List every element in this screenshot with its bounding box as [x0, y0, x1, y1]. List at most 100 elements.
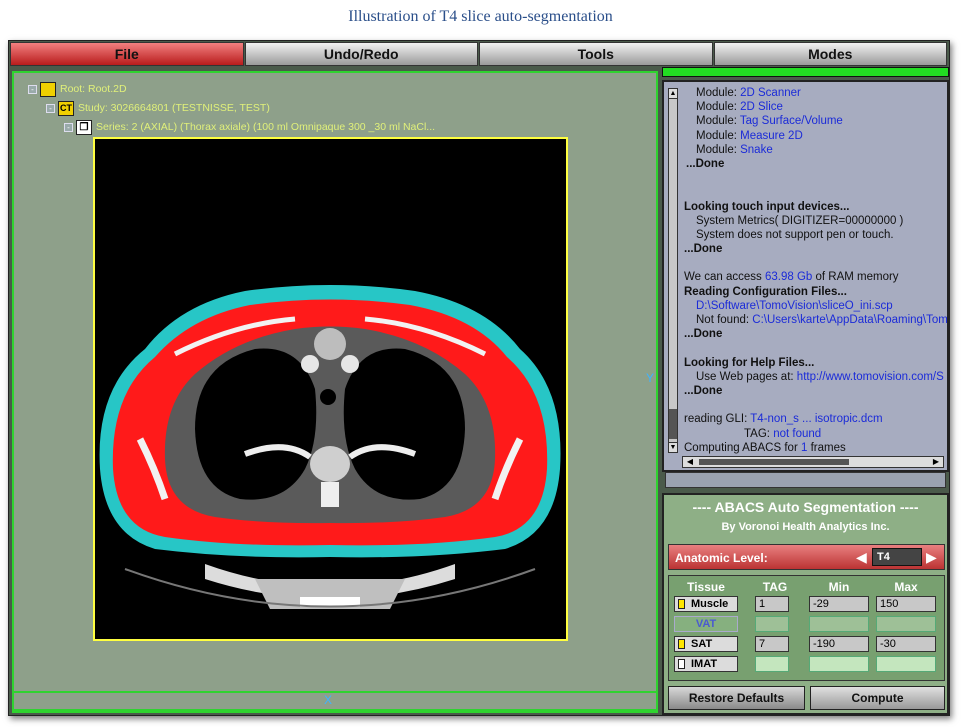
tissue-label: Muscle: [691, 598, 729, 610]
scroll-down-icon[interactable]: ▼: [669, 442, 677, 452]
log-text: Module:: [696, 87, 741, 99]
tissue-table: Tissue TAG Min Max Muscle 1 -29 150 VAT …: [668, 575, 945, 681]
expand-icon[interactable]: -: [64, 122, 73, 132]
console-log-text: Module: 2D Scanner Module: 2D Slice Modu…: [684, 86, 948, 455]
tissue-label: SAT: [691, 638, 713, 650]
tissue-button-imat[interactable]: IMAT: [674, 656, 738, 672]
expand-icon[interactable]: -: [46, 103, 55, 113]
series-icon: ❐: [76, 119, 92, 135]
log-done: ...Done: [684, 384, 723, 397]
log-heading: Looking for Help Files...: [684, 356, 815, 369]
x-axis-bar[interactable]: X: [12, 691, 658, 711]
header-tissue: Tissue: [687, 580, 725, 594]
log-path: C:\Users\karte\AppData\Roaming\Tom: [752, 314, 948, 326]
log-text: Module:: [696, 101, 741, 114]
min-field[interactable]: [809, 656, 869, 672]
min-field[interactable]: [809, 616, 869, 632]
tag-field[interactable]: 7: [755, 636, 789, 652]
header-max: Max: [894, 580, 918, 594]
figure-caption: Illustration of T4 slice auto-segmentati…: [348, 8, 613, 25]
max-field[interactable]: [876, 616, 936, 632]
ct-slice-image[interactable]: [93, 137, 568, 641]
abacs-panel: ---- ABACS Auto Segmentation ---- By Vor…: [662, 493, 949, 715]
log-module: Measure 2D: [740, 129, 803, 142]
compute-button[interactable]: Compute: [810, 686, 945, 710]
console-log-panel: ▲ ▼ Module: 2D Scanner Module: 2D Slice …: [662, 80, 949, 472]
menu-tools[interactable]: Tools: [479, 42, 713, 66]
log-ram-value: 63.98 Gb: [764, 271, 813, 284]
log-module: 2D Slice: [740, 101, 783, 114]
tissue-toggle-icon[interactable]: [678, 599, 685, 609]
log-text: Module:: [696, 143, 741, 156]
image-viewer[interactable]: - Root: Root.2D - CT Study: 3026664801 (…: [12, 71, 658, 713]
previous-level-icon[interactable]: ◀: [856, 549, 867, 566]
scroll-thumb[interactable]: [669, 409, 677, 439]
menu-modes[interactable]: Modes: [713, 42, 947, 66]
header-min: Min: [828, 580, 850, 594]
tissue-label: IMAT: [691, 658, 718, 670]
folder-icon: [40, 81, 56, 97]
tag-field[interactable]: [755, 656, 789, 672]
log-text: We can access: [684, 271, 765, 284]
expand-icon[interactable]: -: [28, 84, 37, 94]
min-field[interactable]: -29: [809, 596, 869, 612]
log-text: System does not support pen or touch.: [696, 228, 894, 241]
vessel: [314, 328, 346, 360]
min-field[interactable]: -190: [809, 636, 869, 652]
max-field[interactable]: [876, 656, 936, 672]
menubar: File Undo/Redo Tools Modes: [10, 42, 948, 66]
log-done: ...Done: [686, 157, 725, 170]
log-text: Not found:: [696, 314, 753, 326]
tree-root[interactable]: - Root: Root.2D: [28, 81, 127, 97]
tissue-toggle-icon[interactable]: [678, 659, 685, 669]
scroll-left-icon[interactable]: ◀: [683, 457, 697, 467]
log-module: 2D Scanner: [740, 87, 801, 99]
log-module: Snake: [740, 143, 773, 156]
max-field[interactable]: -30: [876, 636, 936, 652]
spinous-process: [321, 482, 339, 507]
log-file: T4-non_s ... isotropic.dcm: [750, 413, 883, 426]
tree-series[interactable]: - ❐ Series: 2 (AXIAL) (Thorax axiale) (1…: [64, 119, 435, 135]
log-done: ...Done: [684, 328, 723, 341]
anatomic-level-value[interactable]: T4: [872, 548, 922, 566]
scroll-thumb[interactable]: [699, 459, 849, 465]
tissue-button-muscle[interactable]: Muscle: [674, 596, 738, 612]
console-horizontal-scrollbar[interactable]: ◀ ▶: [682, 456, 944, 468]
max-field[interactable]: 150: [876, 596, 936, 612]
trachea: [320, 389, 336, 405]
status-bar: [665, 472, 946, 488]
ct-icon: CT: [58, 100, 74, 116]
menu-undo-redo[interactable]: Undo/Redo: [244, 42, 478, 66]
anatomic-level-selector: Anatomic Level: ◀ T4 ▶: [668, 544, 945, 570]
tissue-button-vat[interactable]: VAT: [674, 616, 738, 632]
restore-defaults-button[interactable]: Restore Defaults: [668, 686, 805, 710]
log-heading: Looking touch input devices...: [684, 200, 850, 213]
ct-segmentation-graphic: [99, 285, 561, 609]
menu-file[interactable]: File: [10, 42, 244, 66]
scroll-up-icon[interactable]: ▲: [669, 89, 677, 99]
scroll-right-icon[interactable]: ▶: [929, 457, 943, 467]
log-link[interactable]: http://www.tomovision.com/S: [797, 371, 944, 383]
tag-field[interactable]: 1: [755, 596, 789, 612]
log-text: System Metrics( DIGITIZER=00000000 ): [696, 214, 904, 227]
y-axis-label: Y: [645, 371, 654, 385]
tissue-button-sat[interactable]: SAT: [674, 636, 738, 652]
next-level-icon[interactable]: ▶: [926, 549, 937, 566]
log-text: Module:: [696, 115, 740, 128]
anatomic-level-label: Anatomic Level:: [675, 551, 768, 565]
log-text: Module:: [696, 129, 741, 142]
log-text: frames: [807, 441, 846, 454]
x-axis-label: X: [324, 693, 333, 707]
log-text: Computing ABACS for: [684, 441, 801, 454]
tag-field[interactable]: [755, 616, 789, 632]
abacs-subtitle: By Voronoi Health Analytics Inc.: [721, 521, 890, 533]
console-vertical-scrollbar[interactable]: ▲ ▼: [668, 88, 678, 453]
header-tag: TAG: [762, 580, 788, 594]
log-text: of RAM memory: [812, 271, 899, 284]
tissue-toggle-icon[interactable]: [678, 639, 685, 649]
log-done: ...Done: [684, 243, 723, 256]
log-text: Use Web pages at:: [696, 370, 797, 383]
vessel: [301, 355, 319, 373]
abacs-title: ---- ABACS Auto Segmentation ----: [692, 499, 919, 515]
tree-study[interactable]: - CT Study: 3026664801 (TESTNISSE, TEST): [46, 100, 270, 116]
